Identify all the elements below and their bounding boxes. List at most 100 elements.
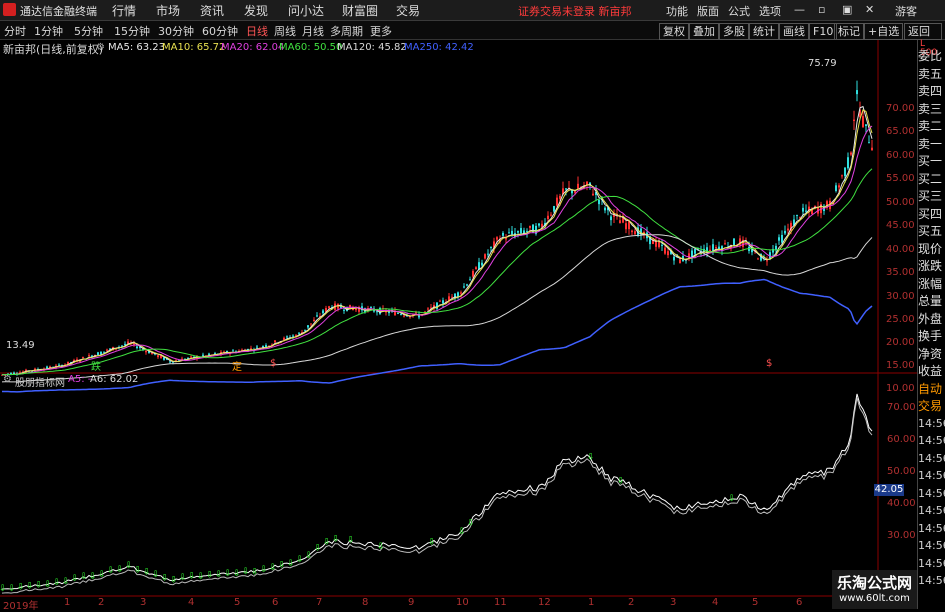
candle-body [496,237,498,240]
menu-discover[interactable]: 发现 [244,2,268,19]
side-panel-item[interactable]: 换手 [918,328,945,344]
price-axis-label: 65.00 [886,126,915,137]
maximize-icon[interactable]: ▫ [818,3,825,16]
period-multi[interactable]: 多周期 [330,23,363,39]
period-15min[interactable]: 15分钟 [114,23,150,39]
side-panel-item[interactable]: 委比 [918,48,945,64]
price-axis-label: 55.00 [886,173,915,184]
menu-news[interactable]: 资讯 [200,2,224,19]
side-panel-item[interactable]: 现价 [918,241,945,257]
menu-guest[interactable]: 游客 [895,3,917,19]
side-panel-item[interactable]: 卖三 [918,101,945,117]
signal-arrow-icon: ⇩ [89,572,97,582]
minimize-icon[interactable]: — [794,3,805,16]
close-icon[interactable]: ✕ [865,3,874,16]
tool-multi-stock[interactable]: 多股 [719,23,749,40]
time-axis-label: 2 [628,597,635,608]
period-60min[interactable]: 60分钟 [202,23,238,39]
period-1min[interactable]: 1分钟 [34,23,63,39]
side-panel-item[interactable]: 卖五 [918,66,945,82]
tool-draw[interactable]: 画线 [779,23,809,40]
tool-stats[interactable]: 统计 [749,23,779,40]
menu-options[interactable]: 选项 [759,3,781,19]
side-panel-item[interactable]: 14:56 [918,416,945,432]
candle-body [658,242,660,248]
signal-arrow-icon: ⇩ [215,570,223,580]
candle-body [511,230,513,235]
candle-body [274,340,276,343]
tool-add-watch[interactable]: +自选 [864,23,904,40]
time-axis-label: 12 [538,597,551,608]
candle-body [667,251,669,256]
tool-adjust[interactable]: 复权 [659,23,689,40]
menu-function[interactable]: 功能 [666,3,688,19]
side-panel-item[interactable]: 14:56 [918,573,945,589]
side-panel-item[interactable]: 买一 [918,153,945,169]
side-panel-item[interactable]: 总量 [918,293,945,309]
menu-ask[interactable]: 问小达 [288,2,324,19]
period-monthly[interactable]: 月线 [302,23,324,39]
login-warning[interactable]: 证券交易未登录 新亩邦 [518,3,632,19]
side-panel-item[interactable]: 外盘 [918,311,945,327]
menu-market-quotes[interactable]: 行情 [112,2,136,19]
side-panel-item[interactable]: 卖二 [918,118,945,134]
sub-a6: A6: 62.02 [90,374,139,385]
price-axis-label: 35.00 [886,267,915,278]
side-panel-item[interactable]: 卖一 [918,136,945,152]
signal-arrow-icon: ⇩ [377,542,385,552]
time-axis-label: 2019年 [3,601,39,612]
chart-area[interactable]: ⇩ ⇩ ⇩ ⇩ ⇩ ⇩ ⇩ ⇩ ⇩ ⇩ ⇩ ⇩ ⇩ ⇩ ⇩ ⇩ ⇩ ⇩ ⇩ ⇩ ⇩ ⇩ ⇩ ⇩ ⇩ ⇩ ⇩ ⇩ ⇩ ⇩ ⇩ ⇩ ⇩ ⇩ ⇩⇩⇩ ⇩ ⇩⇩… [0,40,917,609]
side-panel-item[interactable]: 买四 [918,206,945,222]
candle-body [802,207,804,212]
tool-overlay[interactable]: 叠加 [689,23,719,40]
menu-market[interactable]: 市场 [156,2,180,19]
side-panel-item[interactable]: 净资 [918,346,945,362]
menu-formula[interactable]: 公式 [728,3,750,19]
signal-arrow-icon: ⇩ [728,494,736,504]
signal-arrow-icon: ⇩ [224,569,232,579]
period-more[interactable]: 更多 [370,23,392,39]
side-panel-item[interactable]: 14:56 [918,468,945,484]
candle-body [82,357,84,359]
candle-body [766,260,768,262]
side-panel-item[interactable]: 买三 [918,188,945,204]
side-panel-item[interactable]: 14:56 [918,486,945,502]
side-panel-item[interactable]: 卖四 [918,83,945,99]
tool-back[interactable]: 返回 [904,23,942,40]
side-panel-item[interactable]: 涨幅 [918,276,945,292]
sub-gear-icon[interactable]: ⚙ [3,374,12,385]
app-logo-icon [3,3,16,16]
low-price-label: 13.49 [6,340,35,351]
menu-trade[interactable]: 交易 [396,2,420,19]
restore-icon[interactable]: ▣ [842,3,852,16]
side-panel-item[interactable]: 买二 [918,171,945,187]
tool-mark[interactable]: 标记 [834,23,864,40]
candle-body [631,230,633,233]
menu-layout[interactable]: 版面 [697,3,719,19]
candle-body [487,253,489,255]
candle-body [145,350,147,353]
side-panel-item[interactable]: 收益 [918,363,945,379]
side-panel-item[interactable]: 14:56 [918,521,945,537]
side-panel-item[interactable]: 14:56 [918,451,945,467]
side-panel-item[interactable]: 买五 [918,223,945,239]
side-panel-item[interactable]: 14:56 [918,538,945,554]
side-panel-item[interactable]: 交易 [918,398,945,414]
candle-body [853,119,855,121]
period-30min[interactable]: 30分钟 [158,23,194,39]
candle-body [781,234,783,243]
candle-body [577,183,579,189]
period-timeline[interactable]: 分时 [4,23,26,39]
side-panel-item[interactable]: 14:56 [918,503,945,519]
period-weekly[interactable]: 周线 [274,23,296,39]
side-panel-item[interactable]: 14:56 [918,556,945,572]
side-panel-item[interactable]: 14:56 [918,433,945,449]
period-daily[interactable]: 日线 [246,23,268,39]
side-panel-item[interactable]: 自动 [918,381,945,397]
signal-arrow-icon: ⇩ [179,573,187,583]
menu-wealth[interactable]: 财富圈 [342,2,378,19]
side-panel-item[interactable]: 涨跌 [918,258,945,274]
period-5min[interactable]: 5分钟 [74,23,103,39]
time-axis-label: 8 [362,597,369,608]
signal-arrow-icon: ⇩ [80,572,88,582]
